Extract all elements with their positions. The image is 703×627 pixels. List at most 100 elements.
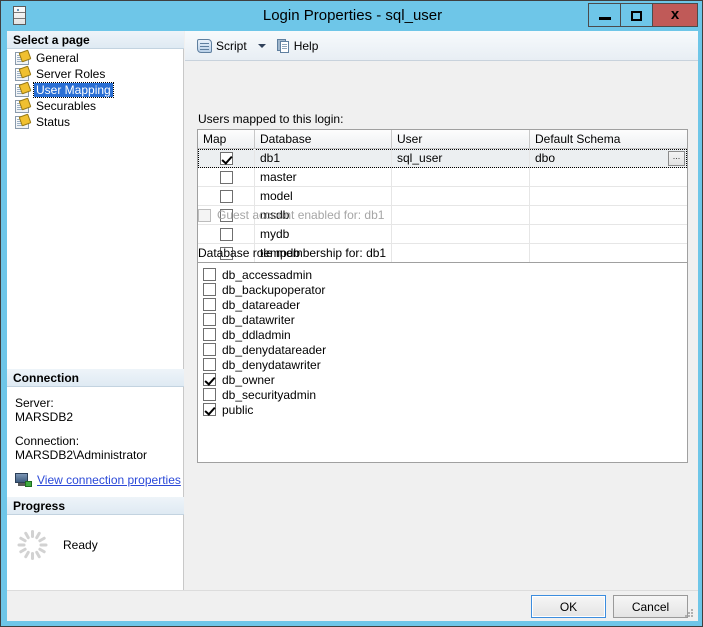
map-checkbox[interactable] (219, 151, 233, 165)
role-checkbox[interactable] (203, 358, 216, 371)
sidebar-item-status[interactable]: Status (7, 113, 184, 130)
table-row[interactable]: db1 sql_user dbo... (198, 149, 687, 168)
cell-default-schema[interactable] (530, 187, 687, 205)
ok-button[interactable]: OK (531, 595, 606, 618)
cell-map[interactable] (198, 149, 255, 167)
resize-grip[interactable] (685, 609, 695, 619)
sidebar-item-label: Server Roles (36, 67, 106, 81)
connection-info: Server: MARSDB2 Connection: MARSDB2\Admi… (7, 388, 184, 487)
role-list-item[interactable]: db_accessadmin (203, 267, 687, 282)
role-list-item[interactable]: db_datareader (203, 297, 687, 312)
role-list-item[interactable]: public (203, 402, 687, 417)
role-label: public (222, 402, 254, 417)
cell-user[interactable] (392, 187, 530, 205)
role-label: db_denydatawriter (222, 357, 321, 372)
cell-default-schema[interactable] (530, 225, 687, 243)
connection-value: MARSDB2\Administrator (15, 448, 148, 462)
cell-user[interactable] (392, 168, 530, 186)
role-list-item[interactable]: db_datawriter (203, 312, 687, 327)
table-row[interactable]: mydb (198, 225, 687, 244)
role-checkbox[interactable] (203, 388, 216, 401)
table-row[interactable]: master (198, 168, 687, 187)
help-label: Help (293, 38, 319, 53)
page-list: General Server Roles User Mapping Secura… (7, 49, 184, 130)
role-checkbox[interactable] (203, 313, 216, 326)
help-button[interactable]: Help (273, 35, 323, 57)
script-button[interactable]: Script (193, 35, 251, 57)
cell-user[interactable] (392, 225, 530, 243)
server-value: MARSDB2 (15, 410, 74, 424)
cell-default-schema[interactable] (530, 206, 687, 224)
view-connection-properties-link[interactable]: View connection properties (37, 473, 181, 487)
cell-map[interactable] (198, 168, 255, 186)
cell-database[interactable]: model (255, 187, 392, 205)
cell-user[interactable] (392, 206, 530, 224)
users-mapped-label: Users mapped to this login: (198, 112, 344, 126)
table-row[interactable]: model (198, 187, 687, 206)
script-icon (197, 38, 212, 53)
role-list-item[interactable]: db_ddladmin (203, 327, 687, 342)
role-checkbox[interactable] (203, 373, 216, 386)
sidebar-item-label: Status (36, 115, 71, 129)
cell-database[interactable]: mydb (255, 225, 392, 243)
role-list-item[interactable]: db_owner (203, 372, 687, 387)
sidebar-item-server-roles[interactable]: Server Roles (7, 65, 184, 82)
sidebar-item-label: Securables (36, 99, 97, 113)
column-header-database[interactable]: Database (255, 130, 392, 148)
map-checkbox[interactable] (219, 189, 233, 203)
close-icon: x (670, 6, 680, 23)
role-checkbox[interactable] (203, 328, 216, 341)
page-icon (15, 97, 32, 113)
close-button[interactable]: x (652, 3, 698, 27)
page-icon (15, 65, 32, 81)
window-controls: x (588, 3, 698, 27)
role-membership-label: Database role membership for: db1 (198, 246, 387, 260)
cell-database[interactable]: master (255, 168, 392, 186)
cell-default-schema[interactable]: dbo... (530, 149, 687, 167)
cell-user[interactable] (392, 244, 530, 262)
role-checkbox[interactable] (203, 298, 216, 311)
dialog-footer: OK Cancel (7, 590, 698, 621)
column-header-user[interactable]: User (392, 130, 530, 148)
sidebar-item-general[interactable]: General (7, 49, 184, 66)
map-checkbox[interactable] (219, 227, 233, 241)
cancel-button[interactable]: Cancel (613, 595, 688, 618)
role-label: db_denydatareader (222, 342, 327, 357)
dialog-body: Select a page General Server Roles User … (7, 31, 698, 621)
map-checkbox[interactable] (219, 170, 233, 184)
role-checkbox[interactable] (203, 268, 216, 281)
role-checkbox[interactable] (203, 403, 216, 416)
role-checkbox[interactable] (203, 283, 216, 296)
progress-header: Progress (7, 497, 184, 515)
cell-user[interactable]: sql_user (392, 149, 530, 167)
cell-database[interactable]: db1 (255, 149, 392, 167)
sidebar-item-securables[interactable]: Securables (7, 97, 184, 114)
left-panel: Select a page General Server Roles User … (7, 31, 184, 590)
role-list-item[interactable]: db_denydatareader (203, 342, 687, 357)
cell-default-schema[interactable] (530, 168, 687, 186)
column-header-map[interactable]: Map (198, 130, 255, 148)
role-checkbox[interactable] (203, 343, 216, 356)
role-label: db_ddladmin (222, 327, 291, 342)
title-bar: Login Properties - sql_user x (1, 1, 702, 31)
sidebar-item-user-mapping[interactable]: User Mapping (7, 81, 184, 98)
guest-account-row: Guest account enabled for: db1 (198, 208, 384, 222)
progress-spinner-icon (17, 530, 47, 560)
cell-default-schema[interactable] (530, 244, 687, 262)
script-chevron-down-icon[interactable] (257, 43, 266, 48)
table-header-row: Map Database User Default Schema (198, 130, 687, 149)
column-header-default-schema[interactable]: Default Schema (530, 130, 687, 148)
role-label: db_backupoperator (222, 282, 326, 297)
role-label: db_accessadmin (222, 267, 313, 282)
cell-map[interactable] (198, 225, 255, 243)
view-connection-properties-row[interactable]: View connection properties (15, 473, 184, 487)
role-list-item[interactable]: db_backupoperator (203, 282, 687, 297)
minimize-button[interactable] (588, 3, 620, 27)
login-properties-window: Login Properties - sql_user x Select a p… (0, 0, 703, 627)
browse-schema-button[interactable]: ... (668, 151, 685, 166)
guest-account-label: Guest account enabled for: db1 (217, 208, 385, 222)
cell-map[interactable] (198, 187, 255, 205)
role-list-item[interactable]: db_denydatawriter (203, 357, 687, 372)
maximize-button[interactable] (620, 3, 652, 27)
role-list-item[interactable]: db_securityadmin (203, 387, 687, 402)
